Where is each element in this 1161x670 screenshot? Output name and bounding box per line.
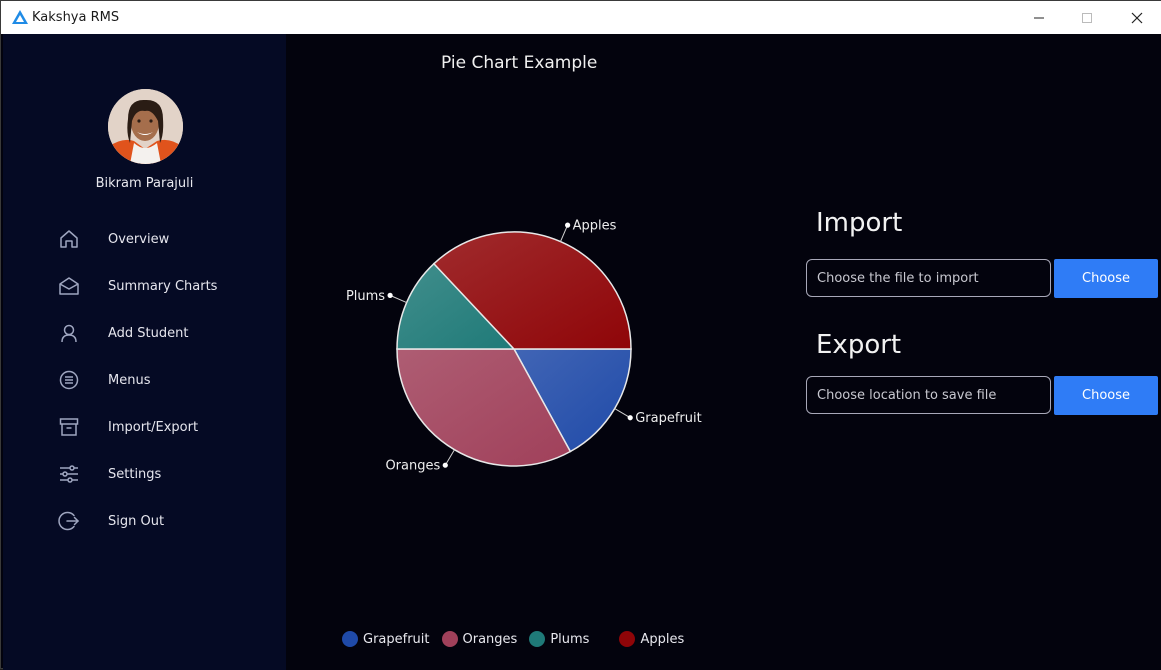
import-file-input[interactable] xyxy=(806,259,1051,297)
legend-swatch xyxy=(619,631,636,647)
window-title: Kakshya RMS xyxy=(32,10,120,25)
home-icon xyxy=(60,230,78,248)
label-marker xyxy=(565,222,571,228)
sidebar-item-sign-out[interactable]: Sign Out xyxy=(53,504,273,538)
maximize-button[interactable] xyxy=(1064,1,1110,34)
import-choose-button[interactable]: Choose xyxy=(1054,259,1158,298)
sidebar: Bikram Parajuli Overview Summary Charts … xyxy=(3,34,286,670)
profile-name: Bikram Parajuli xyxy=(95,176,194,191)
user-icon xyxy=(61,324,77,343)
sidebar-item-add-student[interactable]: Add Student xyxy=(53,316,273,350)
export-location-input[interactable] xyxy=(806,376,1051,414)
sidebar-item-label: Import/Export xyxy=(108,419,199,435)
legend-label: Plums xyxy=(550,631,590,647)
pie-label-grapefruit: Grapefruit xyxy=(635,411,702,426)
sidebar-item-import-export[interactable]: Import/Export xyxy=(53,410,273,444)
main-content: Pie Chart Example Grapefruit Oranges Plums… xyxy=(286,34,1161,670)
sidebar-item-label: Summary Charts xyxy=(108,278,218,294)
pie-label-oranges: Oranges xyxy=(385,459,440,474)
app-logo-icon xyxy=(12,10,28,24)
legend-label: Oranges xyxy=(462,631,518,647)
avatar-image xyxy=(108,89,183,164)
sidebar-item-settings[interactable]: Settings xyxy=(53,457,273,491)
label-marker xyxy=(387,292,393,298)
legend-swatch xyxy=(529,631,546,647)
label-leader-line xyxy=(560,224,569,242)
sidebar-item-label: Add Student xyxy=(108,325,189,341)
sidebar-item-label: Settings xyxy=(108,466,162,482)
pie-label-plums: Plums xyxy=(346,289,385,304)
sidebar-item-label: Overview xyxy=(108,231,170,247)
legend-swatch xyxy=(342,631,358,647)
pie-chart: Grapefruit Oranges Plums Apples xyxy=(346,219,702,474)
legend-item-apples: Apples xyxy=(619,631,684,647)
close-button[interactable] xyxy=(1114,1,1160,34)
envelope-icon xyxy=(59,277,79,295)
chart-legend: Grapefruit Oranges Plums Apples xyxy=(342,630,696,648)
title-bar: Kakshya RMS xyxy=(1,1,1161,34)
legend-item-grapefruit: Grapefruit xyxy=(342,631,430,647)
sidebar-item-overview[interactable]: Overview xyxy=(53,222,273,256)
avatar xyxy=(108,89,183,164)
legend-item-plums: Plums xyxy=(529,631,589,647)
pie-label-apples: Apples xyxy=(573,219,617,234)
maximize-icon xyxy=(1082,12,1092,23)
label-marker xyxy=(442,462,448,468)
legend-label: Apples xyxy=(640,631,685,647)
sliders-icon xyxy=(60,465,78,483)
sidebar-item-menus[interactable]: Menus xyxy=(53,363,273,397)
menu-circle-icon xyxy=(59,370,79,390)
label-leader-line xyxy=(444,449,455,466)
legend-swatch xyxy=(441,631,458,647)
export-choose-button[interactable]: Choose xyxy=(1054,376,1158,415)
sidebar-item-label: Sign Out xyxy=(108,513,165,529)
import-title: Import xyxy=(816,208,903,238)
legend-item-oranges: Oranges xyxy=(441,631,518,647)
minimize-button[interactable] xyxy=(1016,1,1062,34)
label-marker xyxy=(627,415,633,421)
export-title: Export xyxy=(816,330,902,360)
label-leader-line xyxy=(614,408,631,419)
close-icon xyxy=(1131,12,1143,23)
sign-out-icon xyxy=(58,511,80,531)
minimize-icon xyxy=(1034,17,1044,18)
app-window: Kakshya RMS Bikram Parajuli Overview Sum… xyxy=(0,0,1161,670)
sidebar-item-label: Menus xyxy=(108,372,151,388)
label-leader-line xyxy=(389,294,407,303)
legend-label: Grapefruit xyxy=(363,631,430,647)
sidebar-item-summary-charts[interactable]: Summary Charts xyxy=(53,269,273,303)
archive-icon xyxy=(59,418,79,436)
